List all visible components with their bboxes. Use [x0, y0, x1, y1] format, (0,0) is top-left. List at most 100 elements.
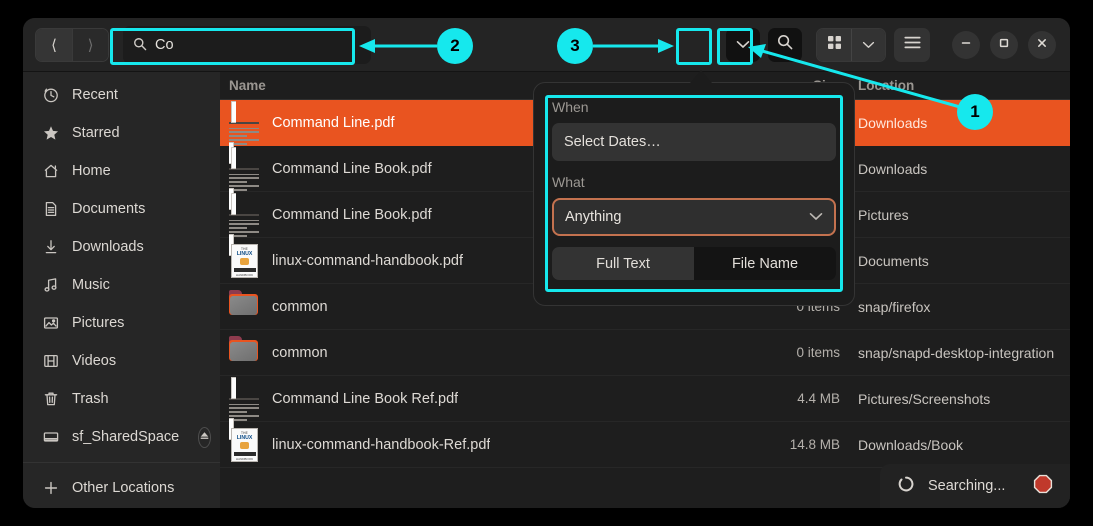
annotation-badge-2: 2 — [437, 28, 473, 64]
file-name-label: Command Line Book.pdf — [272, 207, 432, 223]
sidebar-item-videos[interactable]: Videos — [23, 342, 220, 380]
file-location-cell: snap/firefox — [840, 299, 1070, 315]
book-file-icon: THELINUXHANDBOOK — [229, 428, 259, 462]
home-icon — [42, 163, 59, 180]
chevron-down-icon — [862, 36, 875, 54]
window-controls — [952, 31, 1056, 59]
popover-tail — [690, 70, 712, 83]
close-button[interactable] — [1028, 31, 1056, 59]
sidebar-divider — [23, 462, 220, 463]
maximize-button[interactable] — [990, 31, 1018, 59]
eject-icon — [199, 429, 210, 445]
file-location-cell: Downloads — [840, 115, 1070, 131]
sidebar-item-sf-sharedspace[interactable]: sf_SharedSpace — [23, 418, 220, 456]
table-row[interactable]: THELINUXHANDBOOK linux-command-handbook-… — [220, 422, 1070, 468]
table-row[interactable]: Command Line Book Ref.pdf 4.4 MB Picture… — [220, 376, 1070, 422]
close-icon — [1036, 36, 1048, 54]
file-location-cell: Documents — [840, 253, 1070, 269]
sidebar-item-label: Pictures — [72, 315, 124, 331]
trash-icon — [42, 391, 59, 408]
film-icon — [42, 353, 59, 370]
file-name-label: linux-command-handbook-Ref.pdf — [272, 437, 490, 453]
file-name-label: Command Line Book Ref.pdf — [272, 391, 458, 407]
minimize-icon — [960, 36, 972, 54]
annotation-badge-1: 1 — [957, 94, 993, 130]
sidebar-item-pictures[interactable]: Pictures — [23, 304, 220, 342]
sidebar-item-label: Documents — [72, 201, 145, 217]
file-location-cell: Pictures/Screenshots — [840, 391, 1070, 407]
folder-icon — [229, 290, 259, 324]
annotation-highlight-search-toggle — [717, 28, 753, 65]
search-icon — [777, 34, 793, 55]
sidebar-item-downloads[interactable]: Downloads — [23, 228, 220, 266]
maximize-icon — [998, 36, 1010, 54]
screenshot-root: ⟨ ⟩ Co — [0, 0, 1093, 526]
forward-button[interactable]: ⟩ — [72, 29, 108, 61]
music-note-icon — [42, 277, 59, 294]
stop-octagon-icon — [1033, 474, 1053, 499]
sidebar-item-label: Home — [72, 163, 111, 179]
download-arrow-icon — [42, 239, 59, 256]
hamburger-menu-icon — [904, 36, 921, 54]
sidebar-item-label: Trash — [72, 391, 109, 407]
back-button[interactable]: ⟨ — [36, 29, 72, 61]
chevron-left-icon: ⟨ — [51, 36, 57, 54]
pdf-file-icon — [229, 106, 259, 140]
file-name-cell: common — [220, 336, 754, 370]
table-row[interactable]: common 0 items snap/snapd-desktop-integr… — [220, 330, 1070, 376]
view-mode-group — [816, 28, 886, 62]
plus-icon — [42, 480, 59, 497]
file-location-cell: snap/snapd-desktop-integration — [840, 345, 1070, 361]
sidebar-item-starred[interactable]: Starred — [23, 114, 220, 152]
star-icon — [42, 125, 59, 142]
view-options-dropdown-button[interactable] — [851, 29, 885, 61]
file-name-cell: THELINUXHANDBOOK linux-command-handbook-… — [220, 428, 754, 462]
grid-view-button[interactable] — [817, 29, 851, 61]
sidebar-item-label: Downloads — [72, 239, 144, 255]
sidebar-item-label: Recent — [72, 87, 118, 103]
file-size-cell: 14.8 MB — [754, 437, 840, 452]
file-name-label: linux-command-handbook.pdf — [272, 253, 463, 269]
annotation-highlight-search-box — [110, 28, 355, 65]
minimize-button[interactable] — [952, 31, 980, 59]
sidebar-item-label: Music — [72, 277, 110, 293]
file-name-label: Command Line.pdf — [272, 115, 395, 131]
sidebar-item-music[interactable]: Music — [23, 266, 220, 304]
sidebar-item-trash[interactable]: Trash — [23, 380, 220, 418]
search-toggle-button[interactable] — [768, 28, 802, 62]
sidebar-item-documents[interactable]: Documents — [23, 190, 220, 228]
file-name-cell: Command Line Book Ref.pdf — [220, 382, 754, 416]
clock-icon — [42, 87, 59, 104]
loading-spinner-icon — [898, 476, 914, 497]
file-location-cell: Downloads — [840, 161, 1070, 177]
search-status-label: Searching... — [928, 478, 1005, 494]
file-location-cell: Pictures — [840, 207, 1070, 223]
sidebar-item-recent[interactable]: Recent — [23, 76, 220, 114]
annotation-badge-3: 3 — [557, 28, 593, 64]
folder-icon — [229, 336, 259, 370]
stop-search-button[interactable] — [1032, 475, 1054, 497]
drive-icon — [42, 429, 59, 446]
file-name-label: common — [272, 299, 328, 315]
column-header-location[interactable]: Location — [840, 78, 1070, 93]
grid-view-icon — [827, 35, 842, 55]
sidebar-item-label: sf_SharedSpace — [72, 429, 179, 445]
annotation-highlight-filter-dropdown — [676, 28, 712, 65]
pdf-file-icon — [229, 382, 259, 416]
pdf-file-icon — [229, 198, 259, 232]
sidebar-item-label: Videos — [72, 353, 116, 369]
picture-icon — [42, 315, 59, 332]
file-size-cell: 4.4 MB — [754, 391, 840, 406]
document-icon — [42, 201, 59, 218]
chevron-right-icon: ⟩ — [88, 36, 94, 54]
book-file-icon: THELINUXHANDBOOK — [229, 244, 259, 278]
eject-button[interactable] — [198, 427, 211, 448]
sidebar-item-home[interactable]: Home — [23, 152, 220, 190]
sidebar-item-other-locations[interactable]: Other Locations — [23, 469, 220, 507]
sidebar-item-label: Other Locations — [72, 480, 174, 496]
sidebar-item-label: Starred — [72, 125, 120, 141]
pdf-file-icon — [229, 152, 259, 186]
search-status-toast: Searching... — [880, 464, 1070, 508]
file-name-label: Command Line Book.pdf — [272, 161, 432, 177]
main-menu-button[interactable] — [894, 28, 930, 62]
